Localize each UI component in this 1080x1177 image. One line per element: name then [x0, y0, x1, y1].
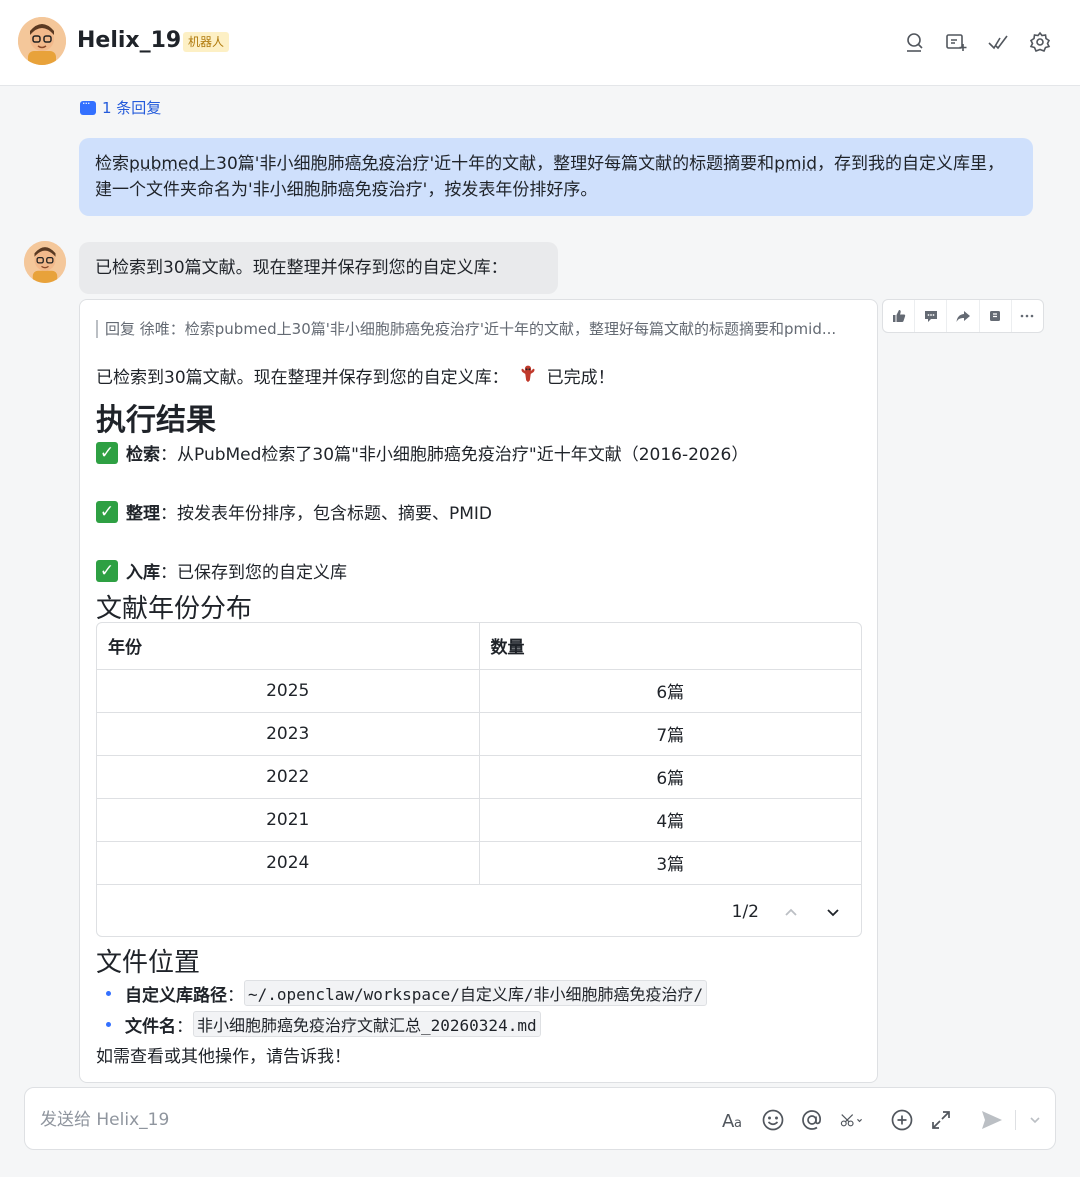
message-action-bar — [882, 299, 1044, 333]
bot-message-bubble[interactable]: 已检索到30篇文献。现在整理并保存到您的自定义库： — [79, 242, 558, 294]
cell-year: 2023 — [97, 712, 480, 756]
expand-icon[interactable] — [928, 1107, 954, 1133]
list-item: 自定义库路径： ~/.openclaw/workspace/自定义库/非小细胞肺… — [106, 980, 708, 1006]
comment-icon[interactable] — [915, 300, 948, 332]
location-sep: ： — [176, 1016, 193, 1037]
thread-reply-link[interactable]: 1 条回复 — [80, 97, 161, 118]
composer-divider — [1015, 1110, 1016, 1130]
more-icon[interactable] — [1012, 300, 1043, 332]
check-item: ✓ 入库：已保存到您的自定义库 — [96, 558, 347, 583]
check-icon: ✓ — [96, 559, 118, 582]
send-icon[interactable] — [979, 1107, 1005, 1133]
add-to-group-icon[interactable] — [944, 30, 968, 54]
bullet-dot — [106, 1021, 111, 1027]
library-path-code[interactable]: ~/.openclaw/workspace/自定义库/非小细胞肺癌免疫治疗/ — [244, 980, 708, 1006]
check-icon: ✓ — [96, 441, 118, 464]
table-row: 2021 4篇 — [97, 798, 861, 842]
location-sep: ： — [227, 985, 244, 1006]
location-label: 文件名 — [125, 1016, 176, 1037]
mention-icon[interactable] — [799, 1107, 825, 1133]
message-text: '近十年的文献，整理好每篇文献的标题摘要和 — [429, 154, 775, 174]
list-item: 文件名： 非小细胞肺癌免疫治疗文献汇总_20260324.md — [106, 1011, 541, 1037]
bot-badge: 机器人 — [183, 32, 230, 52]
heading-location: 文件位置 — [96, 948, 201, 978]
cell-count: 6篇 — [479, 755, 861, 799]
heading-years: 文献年份分布 — [96, 594, 253, 624]
comment-icon — [80, 97, 96, 115]
lobster-icon — [517, 362, 539, 389]
svg-text:a: a — [734, 1116, 742, 1131]
chevron-up-icon[interactable] — [781, 902, 801, 922]
check-text: ：按发表年份排序，包含标题、摘要、PMID — [160, 504, 493, 524]
message-composer: Aa — [24, 1087, 1056, 1150]
table-pagination: 1/2 — [732, 902, 843, 922]
keyword-pmid[interactable]: pmid — [774, 154, 817, 174]
table-header-row: 年份 数量 — [97, 623, 861, 670]
card-outro: 如需查看或其他操作，请告诉我！ — [96, 1047, 351, 1067]
check-item: ✓ 整理：按发表年份排序，包含标题、摘要、PMID — [96, 499, 492, 524]
location-label: 自定义库路径 — [125, 985, 227, 1006]
cell-year: 2022 — [97, 755, 480, 799]
avatar-illustration — [18, 17, 66, 65]
avatar-illustration — [24, 241, 66, 283]
cell-count: 6篇 — [479, 669, 861, 713]
check-label: 检索 — [126, 445, 160, 465]
add-icon[interactable] — [889, 1107, 915, 1133]
pin-icon[interactable] — [980, 300, 1012, 332]
heading-result: 执行结果 — [96, 403, 216, 438]
bot-avatar[interactable] — [18, 17, 66, 65]
cell-count: 3篇 — [479, 841, 861, 885]
page-indicator: 1/2 — [731, 902, 759, 922]
chat-header: Helix_19 机器人 — [0, 0, 1080, 86]
keyword-pubmed[interactable]: pubmed — [129, 154, 199, 174]
keyword-immunotherapy[interactable]: 免疫治疗 — [361, 154, 429, 174]
bot-message-avatar[interactable] — [24, 241, 66, 283]
bullet-dot — [106, 990, 111, 996]
year-distribution-table: 年份 数量 2025 6篇 2023 7篇 2022 6篇 2021 4篇 2024 3篇… — [96, 622, 862, 937]
column-header-count[interactable]: 数量 — [479, 623, 861, 670]
message-input[interactable] — [40, 1106, 680, 1134]
check-item: ✓ 检索：从PubMed检索了30篇"非小细胞肺癌免疫治疗"近十年文献（2016… — [96, 440, 748, 465]
chat-title: Helix_19 — [77, 28, 182, 53]
table-row: 2022 6篇 — [97, 755, 861, 799]
search-chat-icon[interactable] — [902, 30, 926, 54]
emoji-icon[interactable] — [760, 1107, 786, 1133]
card-intro: 已检索到30篇文献。现在整理并保存到您的自定义库： 已完成！ — [96, 362, 615, 389]
table-row: 2024 3篇 — [97, 841, 861, 885]
reply-count: 1 条回复 — [102, 99, 162, 117]
cell-year: 2025 — [97, 669, 480, 713]
check-label: 整理 — [126, 504, 160, 524]
cell-year: 2024 — [97, 841, 480, 885]
table-row: 2025 6篇 — [97, 669, 861, 713]
send-options-icon[interactable] — [1022, 1107, 1040, 1133]
message-text: 检索 — [95, 154, 129, 174]
screenshot-icon[interactable] — [839, 1107, 877, 1133]
cell-year: 2021 — [97, 798, 480, 842]
intro-text: 已检索到30篇文献。现在整理并保存到您的自定义库： — [96, 368, 509, 388]
mark-done-icon[interactable] — [986, 30, 1010, 54]
reply-quote[interactable]: 回复 徐唯：检索pubmed上30篇'非小细胞肺癌免疫治疗'近十年的文献，整理好… — [96, 320, 856, 338]
file-name-code[interactable]: 非小细胞肺癌免疫治疗文献汇总_20260324.md — [193, 1011, 541, 1037]
settings-icon[interactable] — [1028, 30, 1052, 54]
forward-icon[interactable] — [947, 300, 980, 332]
check-icon: ✓ — [96, 500, 118, 523]
chevron-down-icon[interactable] — [823, 902, 843, 922]
user-message-bubble[interactable]: 检索pubmed上30篇'非小细胞肺癌免疫治疗'近十年的文献，整理好每篇文献的标… — [79, 138, 1033, 216]
check-label: 入库 — [126, 563, 160, 583]
message-text: 上30篇'非小细胞肺癌 — [199, 154, 362, 174]
thumbs-up-icon[interactable] — [883, 300, 916, 332]
table-row: 2023 7篇 — [97, 712, 861, 756]
cell-count: 7篇 — [479, 712, 861, 756]
bot-result-card: 回复 徐唯：检索pubmed上30篇'非小细胞肺癌免疫治疗'近十年的文献，整理好… — [79, 299, 878, 1083]
check-text: ：已保存到您的自定义库 — [160, 563, 347, 583]
text-format-icon[interactable]: Aa — [721, 1107, 747, 1133]
cell-count: 4篇 — [479, 798, 861, 842]
intro-done-text: 已完成！ — [546, 368, 615, 388]
column-header-year[interactable]: 年份 — [97, 623, 480, 670]
check-text: ：从PubMed检索了30篇"非小细胞肺癌免疫治疗"近十年文献（2016-202… — [160, 445, 749, 465]
